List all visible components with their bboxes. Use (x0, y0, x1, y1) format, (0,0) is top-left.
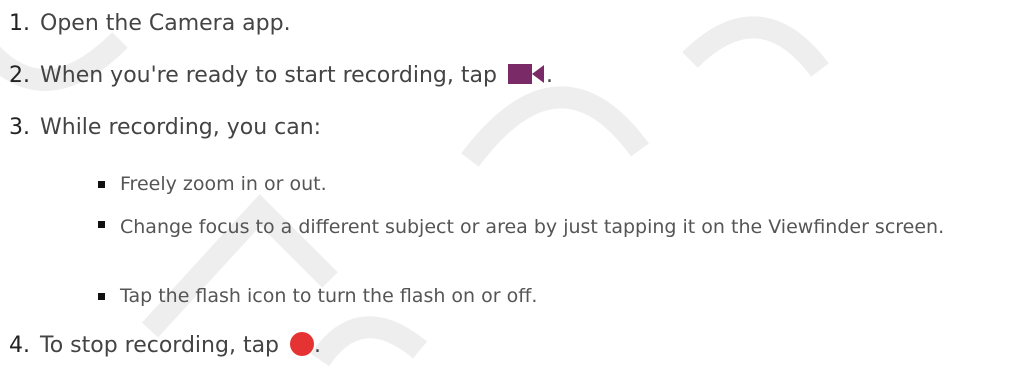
list-item: Tap the flash icon to turn the flash on … (98, 282, 537, 310)
step-text: Open the Camera app. (40, 11, 291, 36)
step-number: 2. (9, 63, 30, 88)
step-2: 2. When you're ready to start recording, … (0, 62, 553, 94)
bullet-square-icon (98, 221, 105, 228)
step-text: While recording, you can: (40, 115, 322, 140)
record-stop-icon (290, 332, 315, 356)
step-number: 4. (9, 333, 30, 358)
step-number: 1. (9, 11, 30, 36)
list-item-text: Freely zoom in or out. (120, 173, 327, 195)
step-number: 3. (9, 115, 30, 140)
video-camera-icon (507, 62, 546, 94)
step-text-end: . (314, 333, 322, 358)
step-text-end: . (545, 63, 553, 88)
list-item: Freely zoom in or out. (98, 170, 327, 198)
step-1: 1. Open the Camera app. (0, 10, 291, 38)
bullet-square-icon (98, 181, 105, 188)
list-item-text: Tap the flash icon to turn the flash on … (120, 285, 538, 307)
step-4: 4. To stop recording, tap . (0, 332, 321, 360)
step-text: When you're ready to start recording, ta… (40, 63, 497, 88)
list-item-text: Change focus to a different subject or a… (120, 216, 945, 238)
step-3: 3. While recording, you can: (0, 114, 321, 142)
step-text: To stop recording, tap (40, 333, 280, 358)
list-item: Change focus to a different subject or a… (98, 210, 988, 244)
bullet-square-icon (98, 293, 105, 300)
